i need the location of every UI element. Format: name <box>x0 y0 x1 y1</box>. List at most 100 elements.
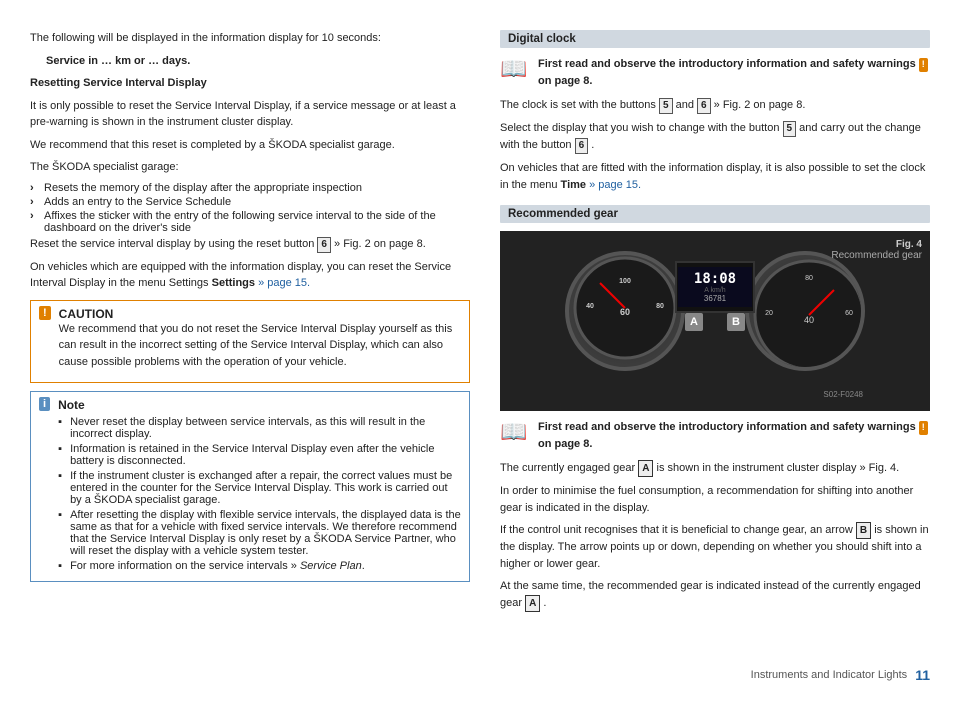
svg-text:80: 80 <box>805 275 813 282</box>
note-item-4-text: After resetting the display with flexibl… <box>70 509 461 557</box>
arrow-item-3-text: Affixes the sticker with the entry of th… <box>44 210 470 234</box>
display-screen: 18:08 A km/h 36781 <box>678 267 752 307</box>
digital-clock-warning: 📖 First read and observe the introductor… <box>500 56 930 89</box>
reset-paragraph: Reset the service interval display by us… <box>30 236 470 253</box>
caution-text: We recommend that you do not reset the S… <box>59 321 461 371</box>
note-box: i Note ▪ Never reset the display between… <box>30 391 470 582</box>
digital-clock-warning-text: First read and observe the introductory … <box>538 56 930 89</box>
clock-btn-5: 5 <box>659 98 673 114</box>
bullet-1: ▪ <box>58 416 66 440</box>
fig-image-id: S02-F0248 <box>823 390 863 399</box>
resetting-p2: We recommend that this reset is complete… <box>30 137 470 154</box>
left-column: The following will be displayed in the i… <box>30 30 470 618</box>
bullet-4: ▪ <box>58 509 66 557</box>
caution-icon-wrapper: ! <box>39 307 51 319</box>
caution-icon: ! <box>39 306 51 320</box>
book-icon-2: 📖 <box>500 419 530 445</box>
arrow-item-3: › Affixes the sticker with the entry of … <box>30 210 470 234</box>
arrow-icon-1: › <box>30 182 40 194</box>
left-gauge-display: 60 40 80 100 <box>570 253 680 369</box>
arrow-item-1-text: Resets the memory of the display after t… <box>44 182 362 194</box>
arrow-item-1: › Resets the memory of the display after… <box>30 182 470 194</box>
rec-gear-warn-icon: ! <box>919 421 928 435</box>
note-item-2: ▪ Information is retained in the Service… <box>58 443 461 467</box>
note-item-3-text: If the instrument cluster is exchanged a… <box>70 470 461 506</box>
fig-sublabel: Recommended gear <box>831 250 922 261</box>
note-item-4: ▪ After resetting the display with flexi… <box>58 509 461 557</box>
reset-suffix: » Fig. 2 on page 8. <box>334 238 426 250</box>
note-item-5: ▪ For more information on the service in… <box>58 560 461 572</box>
specialist-intro: The ŠKODA specialist garage: <box>30 159 470 176</box>
caution-content: CAUTION We recommend that you do not res… <box>59 307 461 377</box>
note-item-5-text: For more information on the service inte… <box>70 560 365 572</box>
rec-gear-warning-text: First read and observe the introductory … <box>538 419 930 452</box>
fig-label-container: Fig. 4 Recommended gear <box>831 239 922 261</box>
display-unit: A km/h <box>680 287 750 294</box>
note-icon-wrapper: i <box>39 398 50 410</box>
caution-box: ! CAUTION We recommend that you do not r… <box>30 300 470 384</box>
arrow-icon-3: › <box>30 210 40 234</box>
note-title: Note <box>58 398 461 412</box>
display-time: 18:08 <box>680 271 750 287</box>
center-display: 18:08 A km/h 36781 A B <box>675 261 755 313</box>
gear-label-a-1: A <box>638 460 653 477</box>
page-footer: Instruments and Indicator Lights 11 <box>751 667 930 683</box>
clock-time-link: » page 15. <box>589 179 641 191</box>
svg-text:100: 100 <box>619 278 631 285</box>
page-number: 11 <box>915 667 930 683</box>
gear-label-b: B <box>856 522 871 539</box>
reset-prefix: Reset the service interval display by us… <box>30 238 314 250</box>
svg-text:40: 40 <box>586 303 594 310</box>
note-item-3: ▪ If the instrument cluster is exchanged… <box>58 470 461 506</box>
cluster-illustration: 60 40 80 100 40 20 60 <box>565 241 865 401</box>
clock-select-btn-5: 5 <box>783 121 797 137</box>
instrument-cluster-figure: 60 40 80 100 40 20 60 <box>500 231 930 411</box>
digital-clock-warn-icon: ! <box>919 58 928 72</box>
bullet-5: ▪ <box>58 560 66 572</box>
bullet-3: ▪ <box>58 470 66 506</box>
note-content: Note ▪ Never reset the display between s… <box>58 398 461 575</box>
note-items: ▪ Never reset the display between servic… <box>58 416 461 572</box>
left-gauge: 60 40 80 100 <box>565 251 685 371</box>
left-gauge-svg: 60 40 80 100 <box>570 253 680 363</box>
clock-btn-6: 6 <box>697 98 711 114</box>
arrow-items: › Resets the memory of the display after… <box>30 182 470 234</box>
resetting-p1: It is only possible to reset the Service… <box>30 98 470 131</box>
note-item-1-text: Never reset the display between service … <box>70 416 461 440</box>
vehicles-settings-p: On vehicles which are equipped with the … <box>30 259 470 292</box>
caution-title: CAUTION <box>59 307 461 321</box>
note-item-2-text: Information is retained in the Service I… <box>70 443 461 467</box>
display-odo: 36781 <box>680 294 750 303</box>
recommended-gear-warning: 📖 First read and observe the introductor… <box>500 419 930 452</box>
gear-p1: The currently engaged gear A is shown in… <box>500 460 930 477</box>
arrow-item-2: › Adds an entry to the Service Schedule <box>30 196 470 208</box>
arrow-item-2-text: Adds an entry to the Service Schedule <box>44 196 231 208</box>
gear-p2: In order to minimise the fuel consumptio… <box>500 483 930 516</box>
recommended-gear-section-title: Recommended gear <box>500 205 930 223</box>
note-item-1: ▪ Never reset the display between servic… <box>58 416 461 440</box>
gear-label-a-2: A <box>525 595 540 612</box>
intro-text: The following will be displayed in the i… <box>30 30 470 47</box>
note-icon: i <box>39 397 50 411</box>
arrow-icon-2: › <box>30 196 40 208</box>
clock-p3: On vehicles that are fitted with the inf… <box>500 160 930 193</box>
svg-text:20: 20 <box>765 310 773 317</box>
digital-clock-section-title: Digital clock <box>500 30 930 48</box>
clock-p1: The clock is set with the buttons 5 and … <box>500 97 930 114</box>
label-b: B <box>727 313 745 331</box>
reset-btn-6: 6 <box>317 237 331 253</box>
footer-text: Instruments and Indicator Lights <box>751 669 908 681</box>
svg-text:80: 80 <box>656 303 664 310</box>
svg-text:60: 60 <box>845 310 853 317</box>
settings-bold: Settings <box>212 277 255 289</box>
settings-link: » page 15. <box>255 277 310 289</box>
book-icon-1: 📖 <box>500 56 530 82</box>
bullet-2: ▪ <box>58 443 66 467</box>
label-a: A <box>685 313 703 331</box>
right-column: Digital clock 📖 First read and observe t… <box>500 30 930 618</box>
clock-menu-time: Time <box>561 179 586 191</box>
right-gauge-svg: 40 20 60 80 <box>749 255 865 371</box>
svg-text:40: 40 <box>804 315 814 325</box>
resetting-title: Resetting Service Interval Display <box>30 75 470 92</box>
svg-text:60: 60 <box>620 307 630 317</box>
